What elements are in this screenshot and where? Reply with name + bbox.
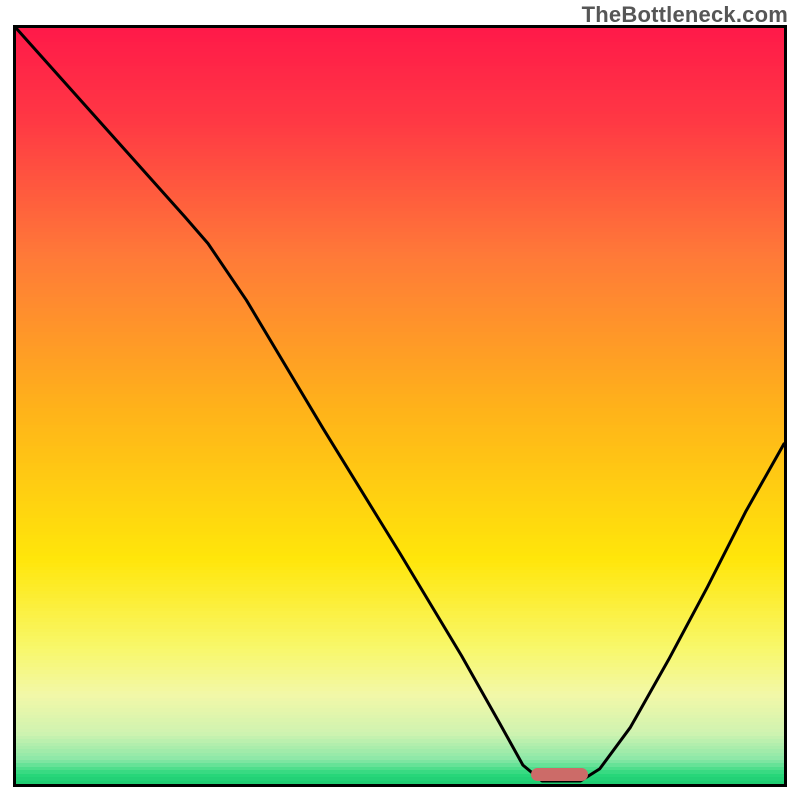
bottleneck-curve xyxy=(16,28,784,784)
chart-frame xyxy=(13,25,787,787)
optimal-marker xyxy=(531,768,588,781)
gradient-row xyxy=(16,784,784,787)
curve-path xyxy=(16,28,784,781)
